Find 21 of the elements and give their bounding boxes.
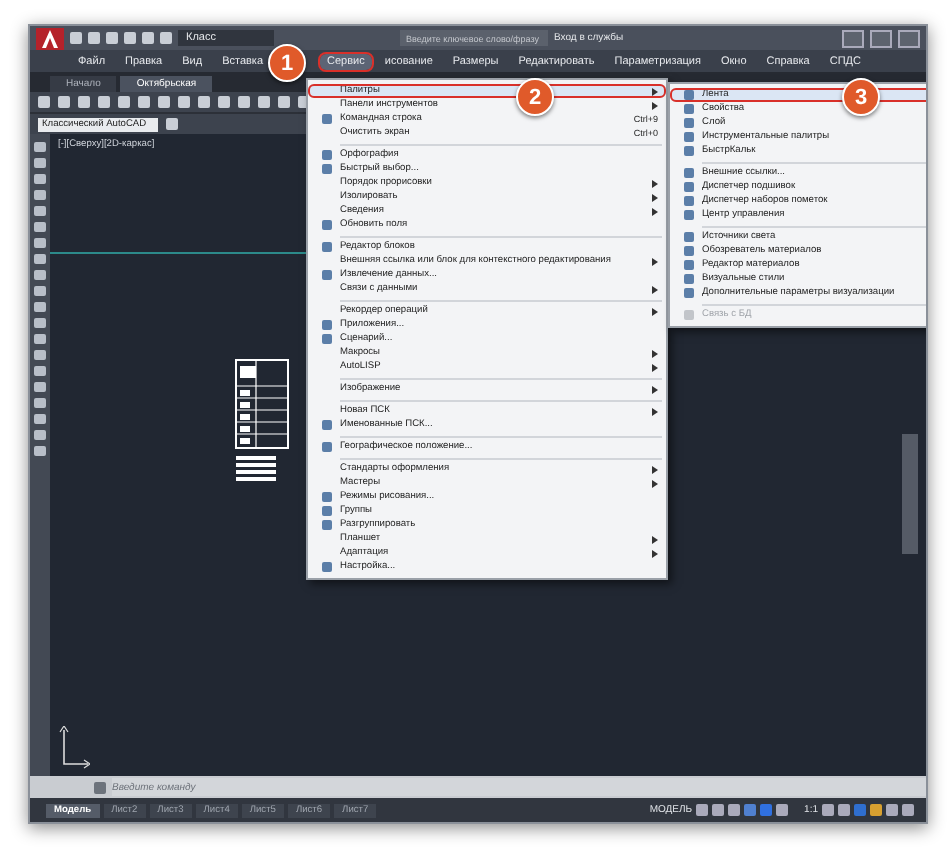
minimize-button[interactable]: [842, 29, 864, 47]
tool-icon: [321, 242, 331, 252]
tool-icon: [321, 562, 331, 572]
table-drawing: [234, 358, 290, 486]
tool-icon: [321, 442, 331, 452]
app-logo-icon[interactable]: [36, 27, 64, 49]
submenu-arrow-icon: [652, 285, 658, 293]
ucs-icon: [58, 726, 90, 770]
tool-icon: [683, 310, 693, 320]
tool-icon: [321, 220, 331, 230]
submenu-arrow-icon: [652, 307, 658, 315]
close-button[interactable]: [898, 29, 920, 47]
command-icon[interactable]: [94, 781, 106, 793]
maximize-button[interactable]: [870, 29, 892, 47]
submenu-arrow-icon: [652, 257, 658, 265]
submenu-arrow-icon: [652, 385, 658, 393]
tool-icon: [321, 420, 331, 430]
submenu-arrow-icon: [652, 407, 658, 415]
tool-icon: [321, 270, 331, 280]
tool-icon: [321, 114, 331, 124]
gear-icon[interactable]: [166, 118, 178, 130]
